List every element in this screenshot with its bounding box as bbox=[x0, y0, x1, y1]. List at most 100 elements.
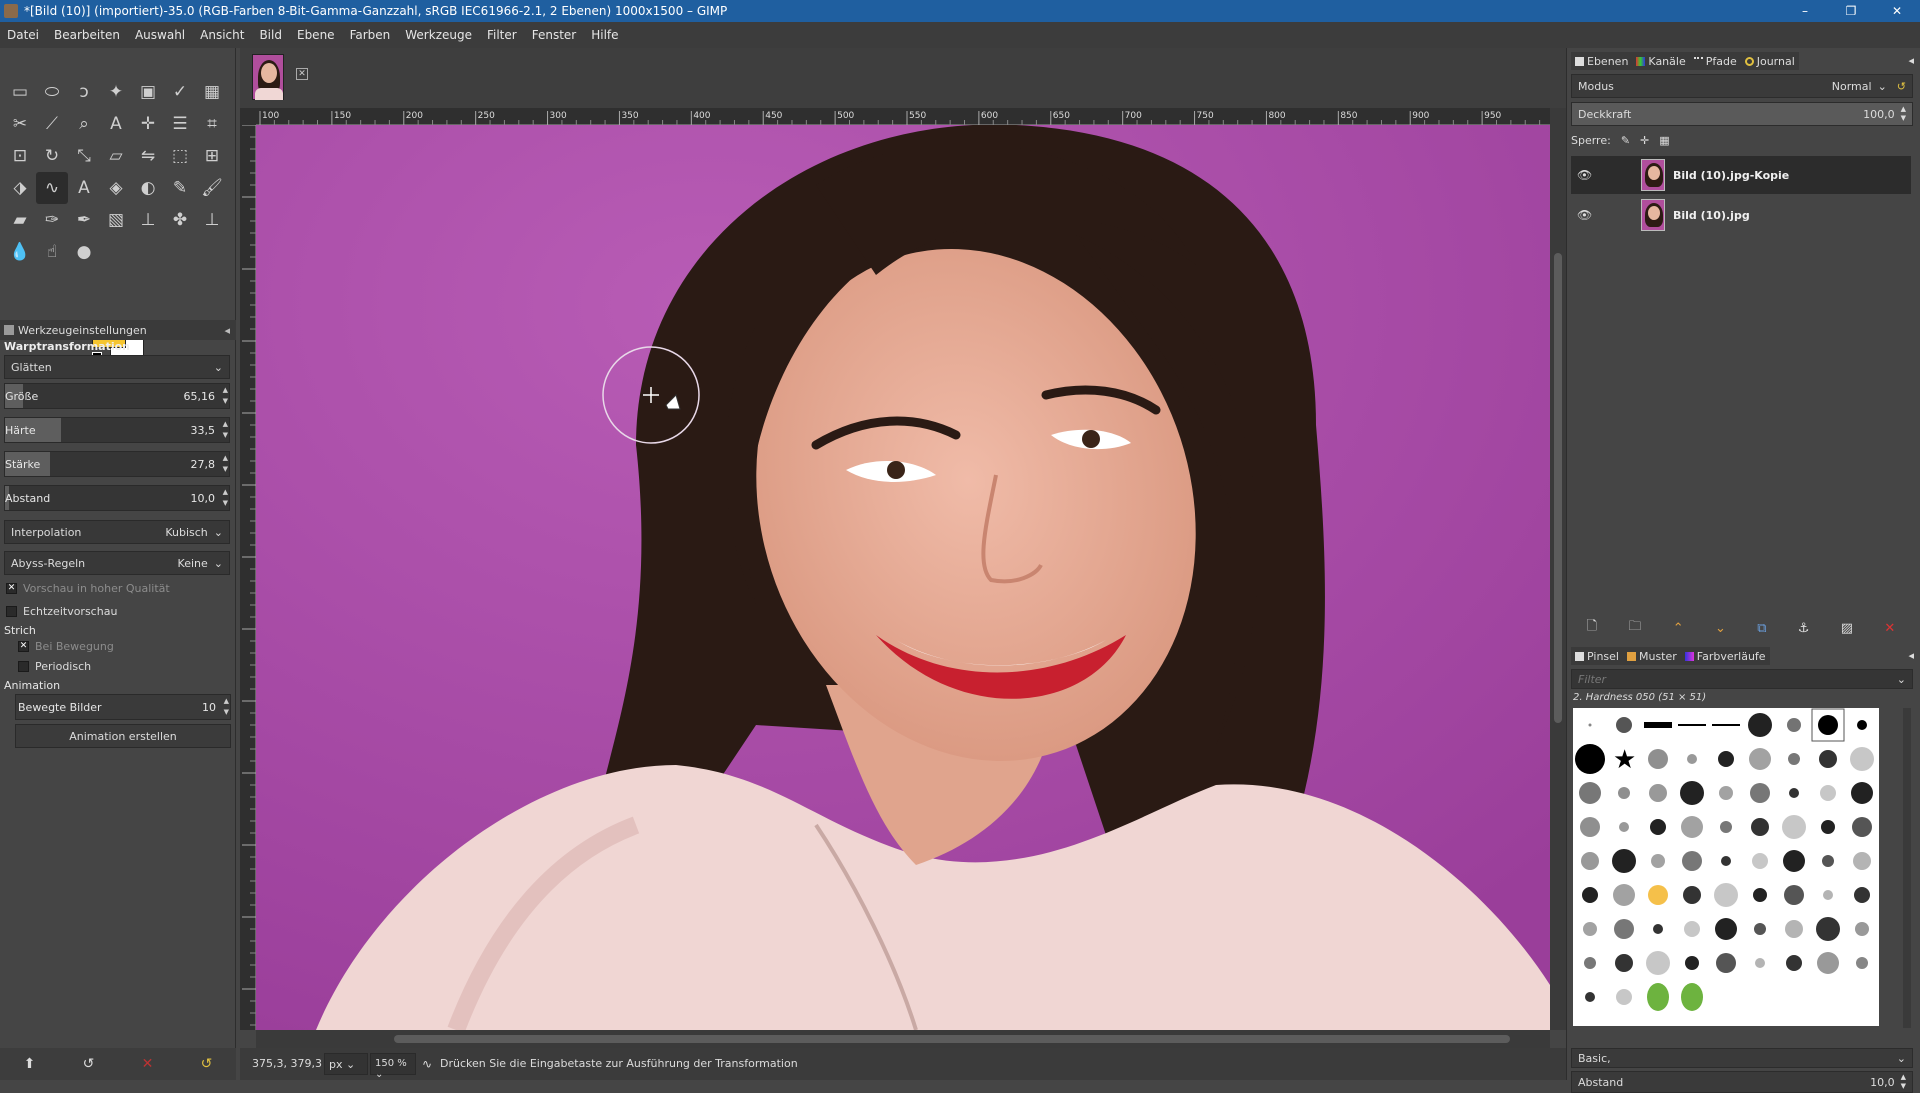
ruler-corner[interactable] bbox=[240, 108, 256, 125]
brush-thumbnail[interactable] bbox=[1789, 788, 1799, 798]
brush-thumbnail[interactable] bbox=[1754, 923, 1766, 935]
shear-tool-icon[interactable]: ▱ bbox=[100, 140, 132, 172]
foreground-select-tool-icon[interactable]: ▣ bbox=[132, 76, 164, 108]
brush-preset-dropdown[interactable]: Basic, ⌄ bbox=[1571, 1048, 1913, 1068]
brush-thumbnail[interactable] bbox=[1856, 957, 1868, 969]
brush-thumbnail[interactable] bbox=[1855, 922, 1869, 936]
hardness-slider[interactable]: Härte 33,5 ▲ ▼ bbox=[4, 417, 230, 443]
visibility-eye-icon[interactable]: 👁 bbox=[1577, 168, 1601, 182]
brush-thumbnail[interactable] bbox=[1853, 852, 1871, 870]
brush-thumbnail[interactable] bbox=[1579, 782, 1601, 804]
scissors-tool-icon[interactable]: ✂ bbox=[4, 108, 36, 140]
opacity-slider[interactable]: Deckkraft 100,0 ▲ ▼ bbox=[1571, 102, 1913, 126]
brush-thumbnail[interactable] bbox=[1575, 744, 1605, 774]
brush-thumbnail[interactable] bbox=[1782, 815, 1806, 839]
horizontal-scrollbar[interactable] bbox=[256, 1030, 1550, 1048]
brush-thumbnail[interactable] bbox=[1678, 724, 1706, 726]
ellipse-select-tool-icon[interactable]: ⬭ bbox=[36, 76, 68, 108]
vertical-scroll-thumb[interactable] bbox=[1554, 253, 1562, 723]
horizontal-scroll-thumb[interactable] bbox=[394, 1035, 1510, 1043]
brush-thumbnail[interactable] bbox=[1811, 708, 1845, 742]
delete-options-icon[interactable]: ✕ bbox=[142, 1056, 154, 1072]
vertical-ruler[interactable] bbox=[240, 124, 256, 1030]
tab-pfade[interactable]: Pfade bbox=[1690, 55, 1741, 68]
brush-thumbnail[interactable] bbox=[1716, 953, 1736, 973]
brush-thumbnail[interactable] bbox=[1650, 819, 1666, 835]
brush-thumbnail[interactable] bbox=[1718, 751, 1734, 767]
delete-layer-icon[interactable]: ✕ bbox=[1884, 621, 1895, 636]
airbrush-tool-icon[interactable]: ✑ bbox=[36, 204, 68, 236]
brush-thumbnail[interactable] bbox=[1682, 851, 1702, 871]
text-path-tool-icon[interactable]: A bbox=[100, 108, 132, 140]
close-button[interactable]: ✕ bbox=[1874, 0, 1920, 22]
brush-thumbnail[interactable] bbox=[1783, 850, 1805, 872]
restore-options-icon[interactable]: ↺ bbox=[83, 1056, 95, 1072]
brush-thumbnail[interactable] bbox=[1683, 886, 1701, 904]
rotate-tool-icon[interactable]: ↻ bbox=[36, 140, 68, 172]
mypaint-brush-tool-icon[interactable]: ▧ bbox=[100, 204, 132, 236]
panel-menu-icon[interactable]: ◂ bbox=[1908, 54, 1914, 67]
brush-thumbnail[interactable] bbox=[1588, 723, 1592, 727]
tab-ebenen[interactable]: Ebenen bbox=[1571, 55, 1632, 68]
brush-thumbnail[interactable] bbox=[1816, 917, 1840, 941]
clone-tool-icon[interactable]: ⊥ bbox=[132, 204, 164, 236]
brush-thumbnail[interactable] bbox=[1648, 885, 1668, 905]
brush-thumbnail[interactable] bbox=[1719, 786, 1733, 800]
brush-thumbnail[interactable] bbox=[1684, 921, 1700, 937]
brush-thumbnail[interactable] bbox=[1685, 956, 1699, 970]
perspective-clone-tool-icon[interactable]: ⊥ bbox=[196, 204, 228, 236]
brush-thumbnail[interactable] bbox=[1580, 817, 1600, 837]
new-layer-group-icon[interactable]: 🗀 bbox=[1628, 617, 1641, 639]
brush-thumbnail[interactable] bbox=[1649, 784, 1667, 802]
spin-arrows-icon[interactable]: ▲ ▼ bbox=[1901, 105, 1906, 123]
brush-thumbnail[interactable] bbox=[1748, 713, 1772, 737]
brush-thumbnail[interactable] bbox=[1647, 983, 1669, 1011]
brush-grid[interactable]: ★ bbox=[1573, 708, 1879, 1026]
brush-thumbnail[interactable] bbox=[1784, 885, 1804, 905]
menu-auswahl[interactable]: Auswahl bbox=[128, 28, 193, 42]
brush-thumbnail[interactable] bbox=[1852, 817, 1872, 837]
lower-layer-icon[interactable]: ⌄ bbox=[1715, 621, 1726, 636]
spin-arrows-icon[interactable]: ▲ ▼ bbox=[223, 385, 228, 407]
brush-thumbnail[interactable] bbox=[1857, 720, 1867, 730]
menu-farben[interactable]: Farben bbox=[343, 28, 399, 42]
raise-layer-icon[interactable]: ⌃ bbox=[1673, 621, 1684, 636]
blur-sharpen-tool-icon[interactable]: 💧 bbox=[4, 236, 36, 268]
dodge-burn-tool-icon[interactable]: ● bbox=[68, 236, 100, 268]
flip-tool-icon[interactable]: ⇋ bbox=[132, 140, 164, 172]
menu-hilfe[interactable]: Hilfe bbox=[584, 28, 626, 42]
brush-thumbnail[interactable] bbox=[1646, 951, 1670, 975]
brush-thumbnail[interactable] bbox=[1585, 992, 1595, 1002]
brush-thumbnail[interactable] bbox=[1817, 952, 1839, 974]
brush-thumbnail[interactable] bbox=[1680, 781, 1704, 805]
strength-slider[interactable]: Stärke 27,8 ▲ ▼ bbox=[4, 451, 230, 477]
brush-thumbnail[interactable] bbox=[1753, 888, 1767, 902]
spin-arrows-icon[interactable]: ▲ ▼ bbox=[1901, 1073, 1906, 1091]
brush-thumbnail[interactable] bbox=[1715, 918, 1737, 940]
unit-dropdown[interactable]: px ⌄ bbox=[324, 1053, 368, 1075]
image-canvas[interactable] bbox=[256, 125, 1550, 1030]
color-picker-tool-icon[interactable]: ▦ bbox=[196, 76, 228, 108]
eraser-tool-icon[interactable]: ▰ bbox=[4, 204, 36, 236]
brush-thumbnail[interactable] bbox=[1788, 753, 1800, 765]
perspective-tool-icon[interactable]: ⬚ bbox=[164, 140, 196, 172]
brush-thumbnail[interactable] bbox=[1687, 754, 1697, 764]
brush-thumbnail[interactable] bbox=[1681, 816, 1703, 838]
heal-tool-icon[interactable]: ✤ bbox=[164, 204, 196, 236]
brush-thumbnail[interactable] bbox=[1619, 822, 1629, 832]
brush-thumbnail[interactable] bbox=[1721, 856, 1731, 866]
new-layer-icon[interactable]: 🗋 bbox=[1587, 617, 1597, 639]
brush-thumbnail[interactable] bbox=[1681, 983, 1703, 1011]
brush-spacing-slider[interactable]: Abstand 10,0 ▲ ▼ bbox=[1571, 1071, 1913, 1093]
behavior-dropdown[interactable]: Glätten ⌄ bbox=[4, 355, 230, 379]
realtime-preview-checkbox[interactable]: Echtzeitvorschau bbox=[6, 605, 117, 618]
lock-pixels-icon[interactable]: ✎ bbox=[1621, 134, 1630, 147]
duplicate-layer-icon[interactable]: ⧉ bbox=[1757, 621, 1766, 636]
brush-thumbnail[interactable] bbox=[1615, 954, 1633, 972]
image-tab-thumbnail[interactable] bbox=[252, 54, 284, 100]
brush-thumbnail[interactable] bbox=[1582, 887, 1598, 903]
brush-thumbnail[interactable] bbox=[1822, 855, 1834, 867]
periodic-checkbox[interactable]: Periodisch bbox=[18, 660, 91, 673]
visibility-eye-icon[interactable]: 👁 bbox=[1577, 208, 1601, 222]
menu-fenster[interactable]: Fenster bbox=[525, 28, 585, 42]
